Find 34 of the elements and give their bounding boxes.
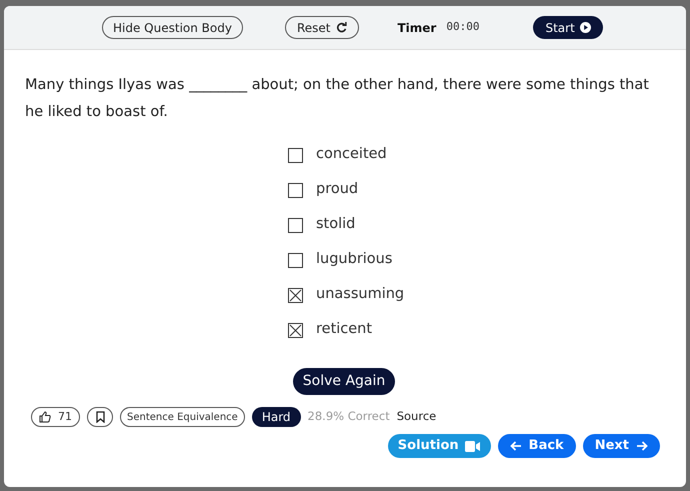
checkbox[interactable] bbox=[288, 252, 303, 268]
hide-question-button[interactable]: Hide Question Body bbox=[102, 16, 243, 39]
thumbs-up-icon bbox=[39, 411, 51, 423]
checkbox[interactable] bbox=[288, 288, 303, 302]
solve-again-button[interactable]: Solve Again bbox=[292, 368, 396, 395]
option-label[interactable]: reticent bbox=[316, 319, 372, 341]
question-text: Many things Ilyas was ________ about; on the other hand, there were some things that he liked to boast of. bbox=[25, 76, 650, 122]
video-icon bbox=[464, 440, 481, 452]
category-tag: Sentence Equivalence bbox=[120, 407, 245, 427]
next-button[interactable]: Next bbox=[582, 434, 660, 458]
checkbox[interactable] bbox=[288, 182, 303, 198]
option-label[interactable]: proud bbox=[316, 179, 358, 201]
like-button[interactable]: 71 bbox=[31, 407, 80, 427]
checkbox[interactable] bbox=[288, 322, 303, 338]
timer-label: Timer bbox=[397, 20, 436, 36]
difficulty-badge: Hard bbox=[252, 407, 301, 427]
option-label[interactable]: unassuming bbox=[316, 284, 404, 306]
refresh-icon bbox=[336, 22, 348, 33]
bookmark-icon bbox=[96, 411, 104, 423]
option-label[interactable]: stolid bbox=[316, 214, 356, 236]
arrow-right-icon bbox=[636, 441, 648, 451]
source-link[interactable]: Source bbox=[396, 408, 436, 426]
reset-button[interactable]: Reset bbox=[284, 16, 360, 39]
back-button[interactable]: Back bbox=[498, 434, 576, 458]
play-icon bbox=[580, 22, 591, 33]
timer-value: 00:00 bbox=[446, 19, 480, 36]
arrow-left-icon bbox=[510, 441, 522, 451]
start-button[interactable]: Start bbox=[533, 16, 603, 39]
checkbox[interactable] bbox=[288, 148, 303, 162]
correct-rate: 28.9% Correct bbox=[308, 408, 390, 426]
option-label[interactable]: conceited bbox=[316, 144, 387, 166]
checkbox[interactable] bbox=[288, 218, 303, 232]
bookmark-button[interactable] bbox=[87, 407, 113, 427]
option-label[interactable]: lugubrious bbox=[316, 249, 392, 271]
